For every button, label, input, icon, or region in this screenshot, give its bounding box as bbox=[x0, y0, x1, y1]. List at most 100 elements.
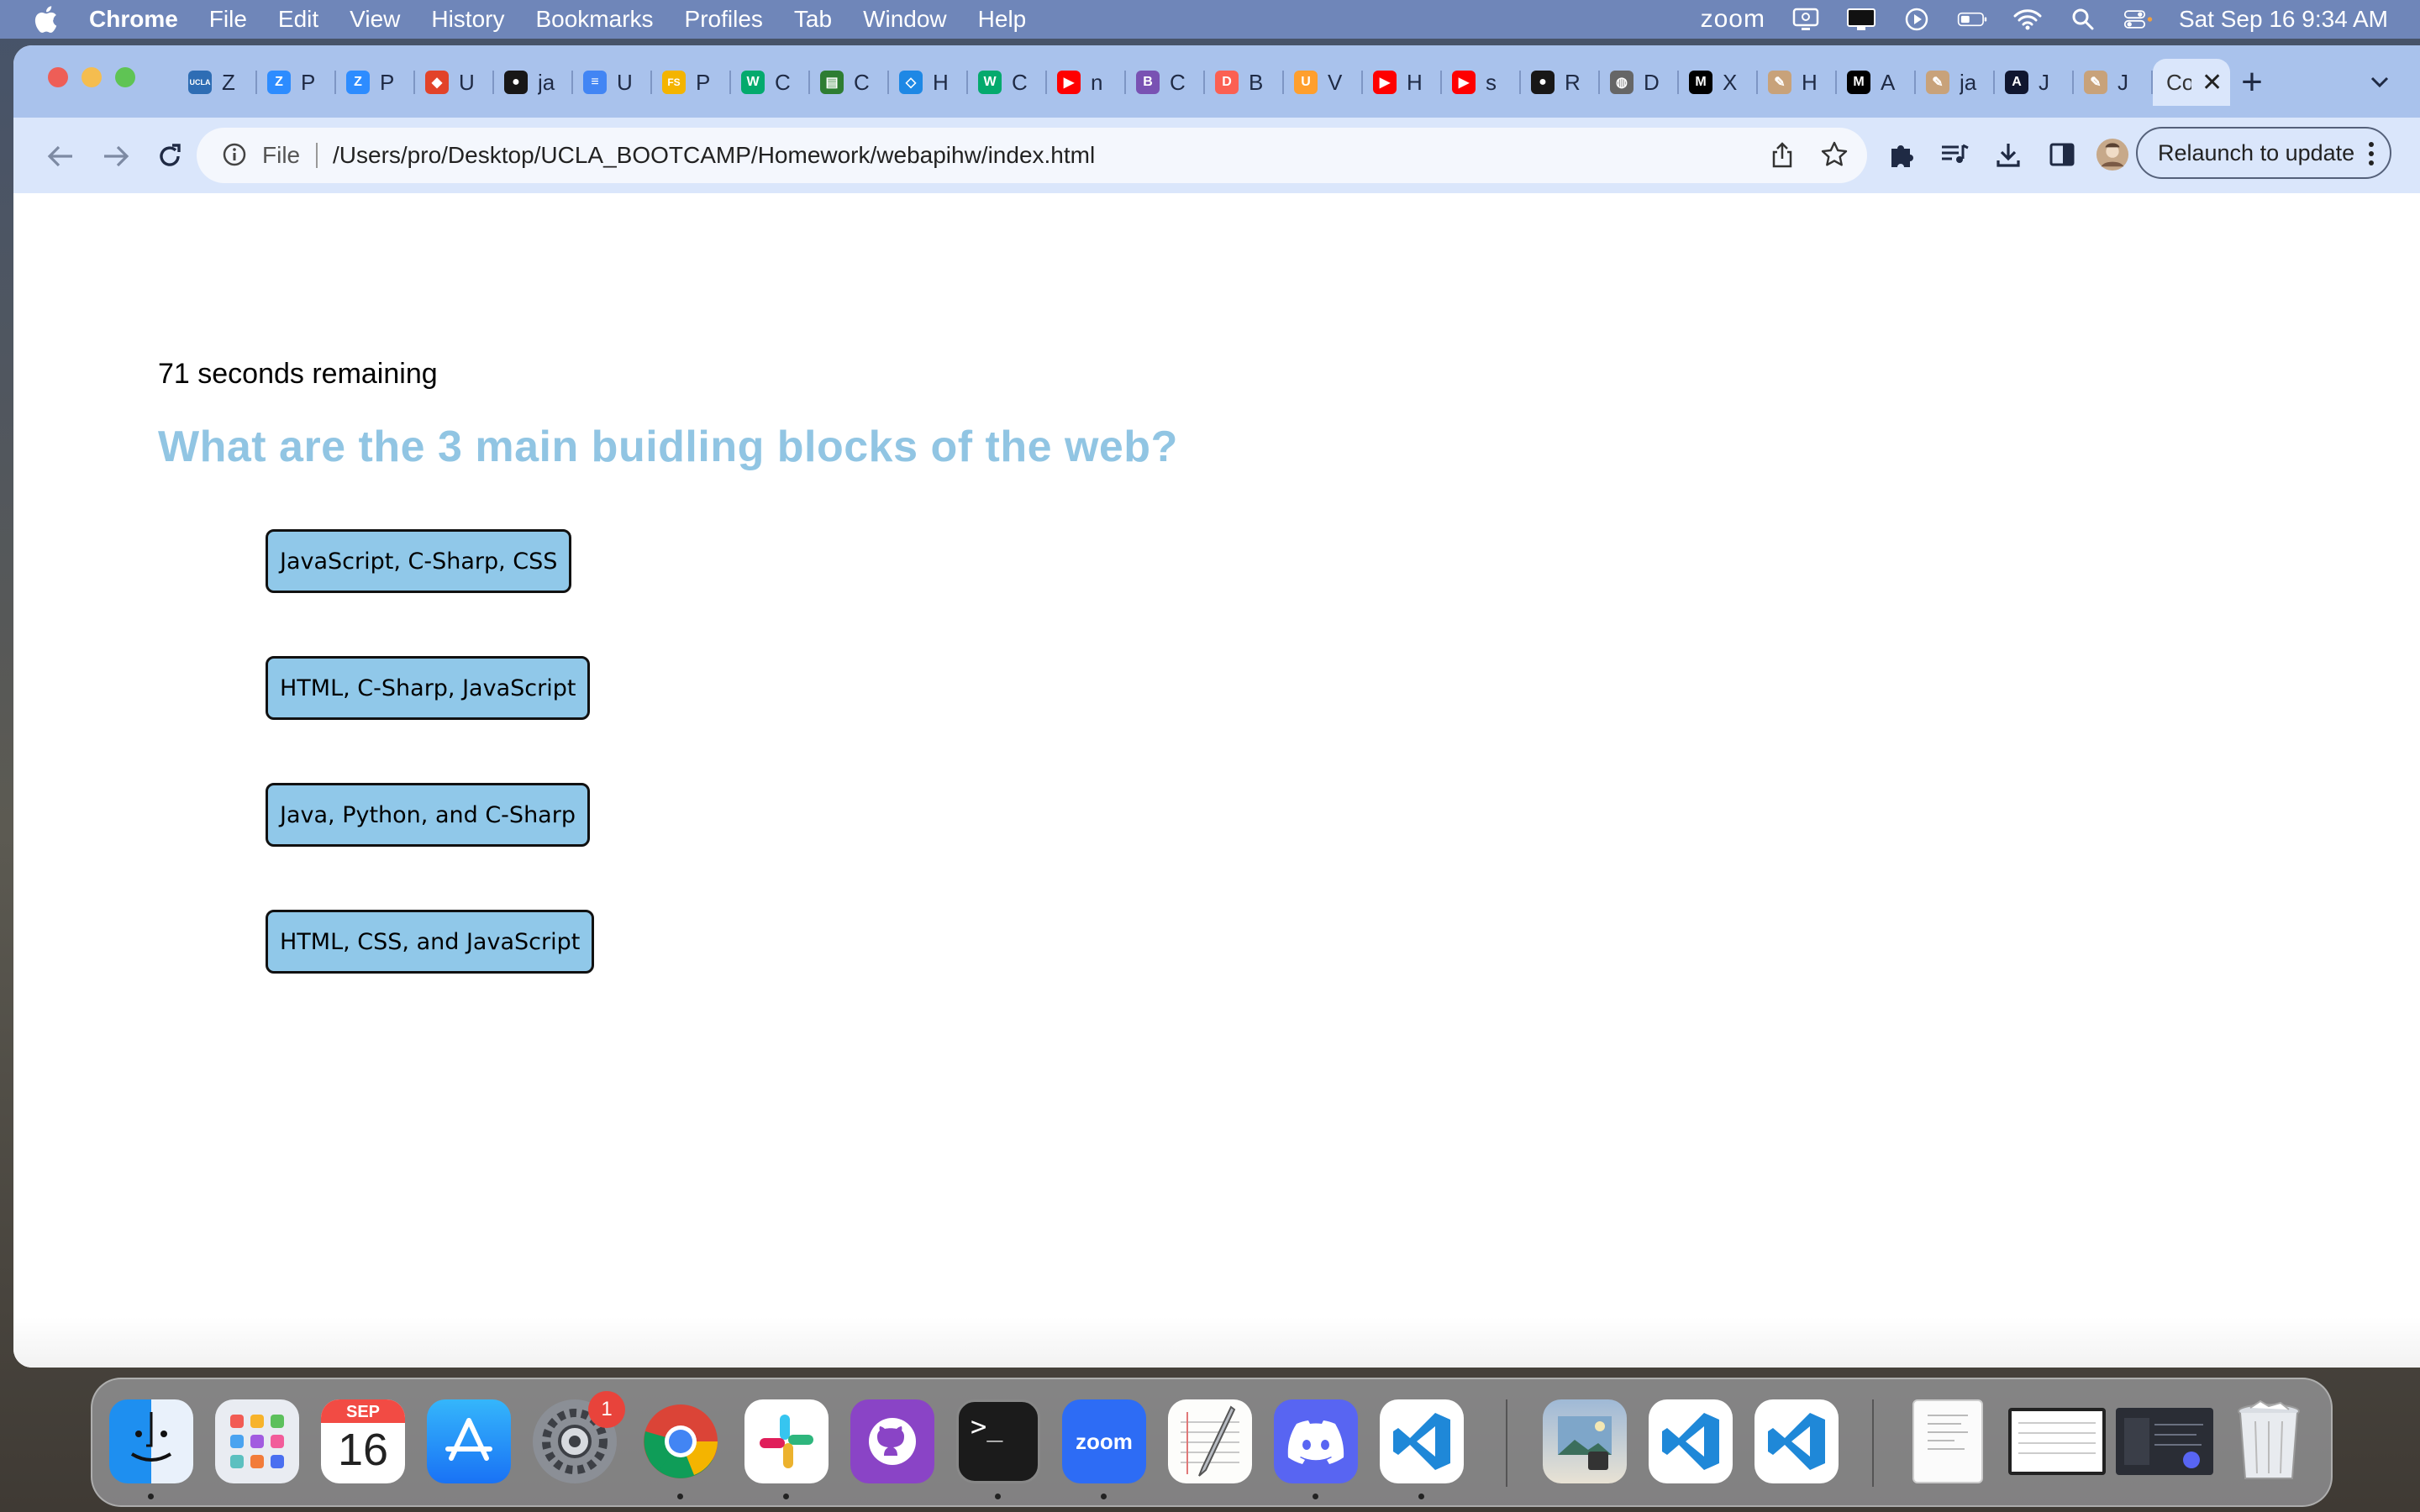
browser-tab[interactable]: WC bbox=[968, 59, 1047, 106]
screen-share-icon[interactable] bbox=[1791, 7, 1821, 32]
mdn-icon: M bbox=[1689, 71, 1712, 94]
play-circle-icon[interactable] bbox=[1902, 7, 1932, 32]
wifi-icon[interactable] bbox=[2012, 7, 2043, 32]
tab-title: ja bbox=[1960, 69, 1977, 95]
browser-tab[interactable]: ◇ H bbox=[889, 59, 968, 106]
discord-icon[interactable] bbox=[1274, 1399, 1358, 1483]
media-queue-icon[interactable] bbox=[1938, 138, 1971, 171]
browser-tab[interactable]: ● ja bbox=[494, 59, 573, 106]
browser-tab[interactable]: DB bbox=[1205, 59, 1284, 106]
new-tab-button[interactable]: + bbox=[2232, 61, 2272, 102]
browser-tab[interactable]: Co ✕ bbox=[2153, 59, 2230, 106]
zoom-icon: Z bbox=[267, 71, 291, 94]
close-window-button[interactable] bbox=[48, 67, 68, 87]
browser-tab[interactable]: ✎ ja bbox=[1916, 59, 1995, 106]
browser-tab[interactable]: ● R bbox=[1521, 59, 1600, 106]
reload-icon[interactable] bbox=[151, 138, 188, 175]
browser-tab[interactable]: ▶ H bbox=[1363, 59, 1442, 106]
address-bar[interactable]: File /Users/pro/Desktop/UCLA_BOOTCAMP/Ho… bbox=[197, 128, 1867, 183]
zoom-status-label[interactable]: zoom bbox=[1701, 5, 1765, 34]
browser-tab[interactable]: ✎ H bbox=[1758, 59, 1837, 106]
menu-profiles[interactable]: Profiles bbox=[685, 6, 763, 33]
answer-choice-3[interactable]: Java, Python, and C-Sharp bbox=[266, 783, 590, 847]
browser-tab[interactable]: ◆ U bbox=[415, 59, 494, 106]
youtube-icon: ▶ bbox=[1373, 71, 1397, 94]
menu-window[interactable]: Window bbox=[863, 6, 947, 33]
browser-tab[interactable]: ◍ D bbox=[1600, 59, 1679, 106]
preview-icon[interactable] bbox=[1543, 1399, 1627, 1483]
slack-icon[interactable] bbox=[744, 1399, 829, 1483]
browser-tab[interactable]: ZP bbox=[257, 59, 336, 106]
browser-tab[interactable]: ▤ C bbox=[810, 59, 889, 106]
browser-tab[interactable]: MA bbox=[1837, 59, 1916, 106]
search-icon[interactable] bbox=[2068, 7, 2098, 32]
display-icon[interactable] bbox=[1846, 7, 1876, 32]
browser-tab[interactable]: FS P bbox=[652, 59, 731, 106]
menu-edit[interactable]: Edit bbox=[278, 6, 318, 33]
github-desktop-icon[interactable] bbox=[850, 1399, 934, 1483]
browser-tab[interactable]: BC bbox=[1126, 59, 1205, 106]
browser-tab[interactable]: ▶ s bbox=[1442, 59, 1521, 106]
menu-bookmarks[interactable]: Bookmarks bbox=[535, 6, 653, 33]
fullscreen-window-button[interactable] bbox=[115, 67, 135, 87]
github-icon: ● bbox=[504, 71, 528, 94]
bootstrap-icon: B bbox=[1136, 71, 1160, 94]
back-arrow-icon[interactable] bbox=[42, 138, 79, 175]
menu-history[interactable]: History bbox=[431, 6, 504, 33]
terminal-icon[interactable]: >_ bbox=[956, 1399, 1040, 1483]
bookmark-star-icon[interactable] bbox=[1820, 140, 1849, 169]
calendar-icon[interactable]: SEP 16 bbox=[321, 1399, 405, 1483]
menu-view[interactable]: View bbox=[350, 6, 400, 33]
url-text[interactable]: /Users/pro/Desktop/UCLA_BOOTCAMP/Homewor… bbox=[333, 142, 1095, 169]
finder-icon[interactable] bbox=[109, 1399, 193, 1483]
running-indicator bbox=[677, 1494, 683, 1499]
system-settings-icon[interactable]: 1 bbox=[533, 1391, 625, 1483]
browser-tab[interactable]: WC bbox=[731, 59, 810, 106]
close-tab-icon[interactable]: ✕ bbox=[2202, 68, 2223, 97]
screenshot-icon[interactable] bbox=[2116, 1408, 2213, 1475]
running-indicator bbox=[148, 1494, 154, 1499]
browser-tab[interactable]: ZP bbox=[336, 59, 415, 106]
info-icon[interactable] bbox=[222, 142, 247, 167]
trash-icon[interactable] bbox=[2227, 1399, 2311, 1483]
apple-icon[interactable] bbox=[30, 3, 60, 36]
forward-arrow-icon[interactable] bbox=[97, 138, 134, 175]
extensions-puzzle-icon[interactable] bbox=[1884, 138, 1918, 171]
launchpad-icon[interactable] bbox=[215, 1399, 299, 1483]
chevron-down-icon[interactable] bbox=[2365, 67, 2395, 97]
browser-tab[interactable]: AJ bbox=[1995, 59, 2074, 106]
document-icon[interactable] bbox=[1912, 1399, 1983, 1483]
browser-tab[interactable]: UCLA Z bbox=[178, 59, 257, 106]
side-panel-icon[interactable] bbox=[2045, 138, 2079, 171]
download-icon[interactable] bbox=[1991, 138, 2025, 171]
app-store-icon[interactable] bbox=[427, 1399, 511, 1483]
answer-choice-1[interactable]: JavaScript, C-Sharp, CSS bbox=[266, 529, 572, 593]
vscode-icon[interactable] bbox=[1380, 1399, 1464, 1483]
browser-tab[interactable]: ✎ J bbox=[2074, 59, 2153, 106]
menu-help[interactable]: Help bbox=[978, 6, 1027, 33]
w3schools-icon: W bbox=[741, 71, 765, 94]
textedit-icon[interactable] bbox=[1168, 1399, 1252, 1483]
clock-datetime[interactable]: Sat Sep 16 9:34 AM bbox=[2179, 6, 2388, 33]
control-center-icon[interactable] bbox=[2123, 7, 2154, 32]
menu-app-name[interactable]: Chrome bbox=[89, 6, 178, 33]
browser-tab[interactable]: UV bbox=[1284, 59, 1363, 106]
menu-file[interactable]: File bbox=[209, 6, 247, 33]
vscode-icon[interactable] bbox=[1754, 1399, 1839, 1483]
battery-icon[interactable] bbox=[1957, 7, 1987, 32]
browser-tab[interactable]: MX bbox=[1679, 59, 1758, 106]
browser-tab[interactable]: ▶ n bbox=[1047, 59, 1126, 106]
share-icon[interactable] bbox=[1770, 142, 1795, 169]
browser-tab[interactable]: ≡ U bbox=[573, 59, 652, 106]
profile-avatar[interactable] bbox=[2096, 138, 2129, 171]
relaunch-to-update-button[interactable]: Relaunch to update bbox=[2136, 127, 2391, 179]
answer-choice-2[interactable]: HTML, C-Sharp, JavaScript bbox=[266, 656, 591, 720]
vscode-icon[interactable] bbox=[1649, 1399, 1733, 1483]
minimize-window-button[interactable] bbox=[82, 67, 102, 87]
screenshot-icon[interactable] bbox=[2008, 1408, 2106, 1475]
chrome-icon[interactable] bbox=[639, 1399, 723, 1483]
more-vert-icon[interactable] bbox=[2368, 140, 2375, 173]
zoom-icon[interactable]: zoom bbox=[1062, 1399, 1146, 1483]
answer-choice-4[interactable]: HTML, CSS, and JavaScript bbox=[266, 910, 595, 974]
menu-tab[interactable]: Tab bbox=[794, 6, 832, 33]
